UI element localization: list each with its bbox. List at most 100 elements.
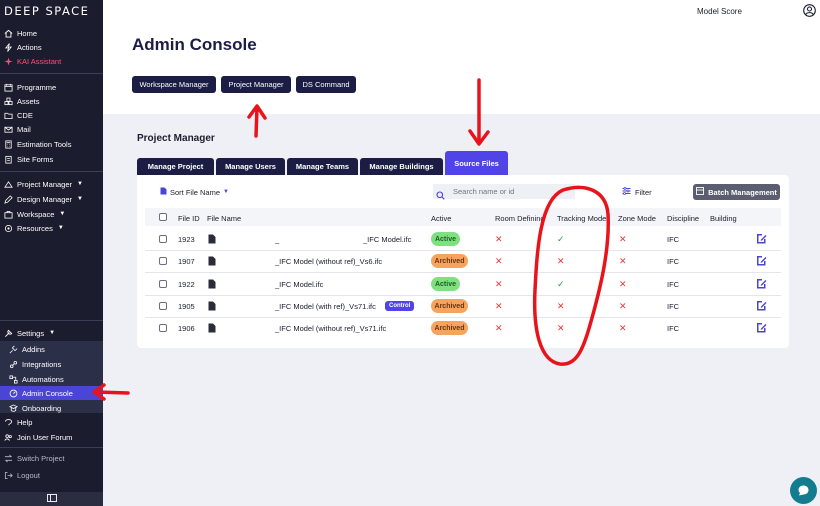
sidebar-item-assets[interactable]: Assets [0,94,103,108]
sidebar-item-label: Estimation Tools [17,139,72,149]
tab-manage-project[interactable]: Manage Project [137,158,214,175]
sidebar-item-mail[interactable]: Mail [0,122,103,136]
edit-icon[interactable] [756,278,767,289]
sidebar-item-estimation-tools[interactable]: Estimation Tools [0,137,103,151]
sidebar-item-settings[interactable]: Settings ▼ [0,326,103,340]
status-badge: Active [431,277,460,291]
page-header-area [103,0,820,114]
sidebar-item-label: Admin Console [22,388,73,398]
file-name-prefix: _ [275,235,280,244]
sidebar-item-label: Design Manager [17,194,73,204]
row-checkbox[interactable] [159,235,167,243]
row-checkbox[interactable] [159,280,167,288]
sidebar-item-label: Settings [17,328,45,338]
sidebar-item-label: Site Forms [17,154,54,164]
sidebar-item-home[interactable]: Home [0,26,103,40]
row-divider [145,250,781,251]
help-icon [4,418,13,427]
cross-icon: ✕ [619,234,627,244]
sidebar-item-label: Assets [17,96,40,106]
switch-project-button[interactable]: Switch Project [0,451,103,465]
edit-icon[interactable] [756,322,767,333]
app-logo: DEEP SPACE [4,4,90,18]
column-header-file-name[interactable]: File Name [207,214,241,223]
sidebar-item-resources[interactable]: Resources ▼ [0,221,103,235]
sidebar-item-join-user-forum[interactable]: Join User Forum [0,430,103,444]
link-icon [9,360,18,369]
row-divider [145,272,781,273]
cross-icon: ✕ [619,256,627,266]
file-name[interactable]: _IFC Model.ifc [275,280,323,289]
plug-icon [9,345,18,354]
search-input[interactable] [433,184,575,199]
column-header-file-id[interactable]: File ID [178,214,200,223]
sidebar-item-programme[interactable]: Programme [0,80,103,94]
row-checkbox[interactable] [159,302,167,310]
select-all-checkbox[interactable] [159,213,167,221]
file-id: 1906 [178,324,195,333]
project-manager-button[interactable]: Project Manager [221,76,291,93]
file-name[interactable]: _IFC Model (without ref)_Vs71.ifc [275,324,386,333]
sidebar-collapse-toggle[interactable] [0,492,103,506]
cross-icon: ✕ [619,323,627,333]
calculator-icon [4,139,13,149]
sidebar-item-cde[interactable]: CDE [0,108,103,122]
row-divider [145,317,781,318]
ds-command-button[interactable]: DS Command [296,76,356,93]
account-icon[interactable] [803,4,816,17]
chat-support-button[interactable] [790,477,817,504]
column-header-active[interactable]: Active [431,214,451,223]
sidebar-item-design-manager[interactable]: Design Manager ▼ [0,192,103,206]
resources-icon [4,224,13,233]
row-checkbox[interactable] [159,257,167,265]
edit-icon[interactable] [756,255,767,266]
batch-management-button[interactable]: Batch Management [693,184,780,200]
sidebar-item-label: Onboarding [22,403,62,413]
sidebar-item-actions[interactable]: Actions [0,40,103,54]
sidebar-divider [0,447,103,448]
chevron-down-icon: ▼ [77,181,83,187]
logout-label: Logout [17,470,40,480]
tab-manage-buildings[interactable]: Manage Buildings [360,158,443,175]
sparkle-icon [4,56,13,66]
file-name[interactable]: _IFC Model (with ref)_Vs71.ifc [275,302,376,311]
logout-button[interactable]: Logout [0,468,103,482]
column-header-discipline[interactable]: Discipline [667,214,699,223]
sidebar-item-addins[interactable]: Addins [0,342,103,356]
sidebar-item-project-manager[interactable]: Project Manager ▼ [0,177,103,191]
document-icon [160,187,167,197]
row-checkbox[interactable] [159,324,167,332]
column-header-room-defining[interactable]: Room Defining [495,214,547,223]
tab-source-files[interactable]: Source Files [445,151,508,175]
project-icon [4,180,13,189]
sidebar-item-label: Home [17,28,38,38]
sidebar-item-kai-assistant[interactable]: KAI Assistant [0,54,103,68]
column-header-building[interactable]: Building [710,214,737,223]
sort-file-name-button[interactable]: Sort File Name ▼ [160,187,229,197]
file-name[interactable]: _IFC Model.ifc [363,235,411,244]
sidebar-item-onboarding[interactable]: Onboarding [0,401,103,415]
edit-icon[interactable] [756,300,767,311]
sidebar-item-integrations[interactable]: Integrations [0,357,103,371]
sidebar-item-label: Programme [17,82,57,92]
calendar-icon [4,83,13,92]
column-header-tracking-mode[interactable]: Tracking Mode [557,214,612,223]
tab-manage-teams[interactable]: Manage Teams [287,158,358,175]
file-name[interactable]: _IFC Model (without ref)_Vs6.ifc [275,257,382,266]
cross-icon: ✕ [557,301,565,311]
edit-icon[interactable] [756,233,767,244]
sidebar-item-automations[interactable]: Automations [0,372,103,386]
workspace-manager-button[interactable]: Workspace Manager [132,76,216,93]
column-header-zone-mode[interactable]: Zone Mode [618,214,656,223]
sidebar-item-help[interactable]: Help [0,415,103,429]
sidebar-item-label: Mail [17,124,31,134]
control-badge: Control [385,301,415,311]
clipboard-icon [4,155,13,164]
sidebar-item-admin-console[interactable]: Admin Console [0,386,103,400]
filter-button[interactable]: Filter [622,187,652,197]
sidebar-item-workspace[interactable]: Workspace ▼ [0,207,103,221]
model-score-link[interactable]: Model Score [697,7,742,16]
tab-manage-users[interactable]: Manage Users [216,158,285,175]
sidebar-item-site-forms[interactable]: Site Forms [0,152,103,166]
cross-icon: ✕ [619,301,627,311]
